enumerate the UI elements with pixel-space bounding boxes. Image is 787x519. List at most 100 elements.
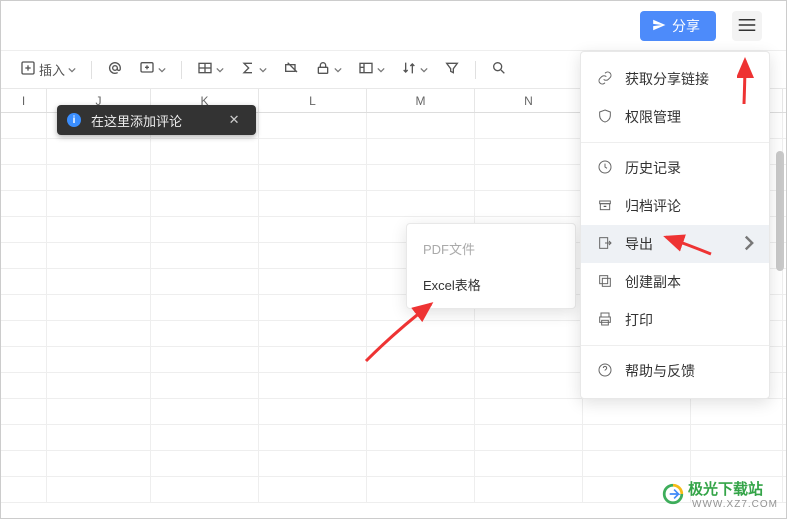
cell[interactable] xyxy=(367,165,475,190)
cell[interactable] xyxy=(1,269,47,294)
cell[interactable] xyxy=(691,425,783,450)
cell[interactable] xyxy=(1,217,47,242)
cell[interactable] xyxy=(47,347,151,372)
cell[interactable] xyxy=(1,347,47,372)
cell[interactable] xyxy=(259,321,367,346)
cell[interactable] xyxy=(151,373,259,398)
cell[interactable] xyxy=(1,373,47,398)
column-header[interactable]: I xyxy=(1,89,47,112)
cell[interactable] xyxy=(691,451,783,476)
cell[interactable] xyxy=(367,347,475,372)
cell[interactable] xyxy=(475,425,583,450)
insert-button[interactable]: 插入 xyxy=(15,56,81,83)
cell[interactable] xyxy=(151,269,259,294)
cell[interactable] xyxy=(47,139,151,164)
cell[interactable] xyxy=(367,113,475,138)
cell[interactable] xyxy=(151,217,259,242)
cell[interactable] xyxy=(259,451,367,476)
menu-print[interactable]: 打印 xyxy=(581,301,769,339)
sort-button[interactable] xyxy=(396,56,433,83)
export-pdf[interactable]: PDF文件 xyxy=(407,230,575,266)
format-button[interactable] xyxy=(192,56,229,83)
cell[interactable] xyxy=(475,451,583,476)
cell[interactable] xyxy=(1,451,47,476)
cell[interactable] xyxy=(583,399,691,424)
cell[interactable] xyxy=(151,399,259,424)
menu-help[interactable]: 帮助与反馈 xyxy=(581,352,769,390)
menu-create-copy[interactable]: 创建副本 xyxy=(581,263,769,301)
cell[interactable] xyxy=(259,347,367,372)
cell[interactable] xyxy=(583,425,691,450)
export-excel[interactable]: Excel表格 xyxy=(407,266,575,302)
cell[interactable] xyxy=(475,399,583,424)
column-header[interactable]: M xyxy=(367,89,475,112)
menu-export[interactable]: 导出 xyxy=(581,225,769,263)
cell[interactable] xyxy=(47,243,151,268)
menu-get-share-link[interactable]: 获取分享链接 xyxy=(581,60,769,98)
cell[interactable] xyxy=(367,373,475,398)
cell[interactable] xyxy=(47,477,151,502)
mention-button[interactable] xyxy=(102,56,128,83)
cell[interactable] xyxy=(259,113,367,138)
cell[interactable] xyxy=(47,373,151,398)
cell[interactable] xyxy=(1,113,47,138)
cell[interactable] xyxy=(47,217,151,242)
cell[interactable] xyxy=(47,165,151,190)
cell[interactable] xyxy=(1,477,47,502)
cell[interactable] xyxy=(367,191,475,216)
cell[interactable] xyxy=(151,321,259,346)
cell[interactable] xyxy=(47,191,151,216)
menu-history[interactable]: 历史记录 xyxy=(581,149,769,187)
cell[interactable] xyxy=(367,451,475,476)
cell[interactable] xyxy=(259,243,367,268)
cell[interactable] xyxy=(475,165,583,190)
filter-button[interactable] xyxy=(439,56,465,83)
cell[interactable] xyxy=(151,243,259,268)
search-button[interactable] xyxy=(486,56,512,83)
cell[interactable] xyxy=(47,425,151,450)
cell[interactable] xyxy=(47,321,151,346)
hamburger-menu-button[interactable] xyxy=(732,11,762,41)
cell[interactable] xyxy=(367,425,475,450)
cell[interactable] xyxy=(151,295,259,320)
cell[interactable] xyxy=(151,477,259,502)
freeze-button[interactable] xyxy=(353,56,390,83)
cell[interactable] xyxy=(1,191,47,216)
column-header[interactable]: L xyxy=(259,89,367,112)
cell[interactable] xyxy=(1,295,47,320)
clear-format-button[interactable] xyxy=(278,56,304,83)
cell[interactable] xyxy=(259,269,367,294)
cell[interactable] xyxy=(259,191,367,216)
cell[interactable] xyxy=(475,113,583,138)
cell[interactable] xyxy=(1,139,47,164)
share-button[interactable]: 分享 xyxy=(640,11,716,41)
cell[interactable] xyxy=(475,347,583,372)
cell[interactable] xyxy=(259,477,367,502)
cell[interactable] xyxy=(151,165,259,190)
cell[interactable] xyxy=(151,451,259,476)
add-comment-button[interactable] xyxy=(134,56,171,83)
cell[interactable] xyxy=(151,139,259,164)
sum-button[interactable] xyxy=(235,56,272,83)
table-row[interactable] xyxy=(1,451,786,477)
table-row[interactable] xyxy=(1,399,786,425)
cell[interactable] xyxy=(1,243,47,268)
cell[interactable] xyxy=(47,295,151,320)
lock-button[interactable] xyxy=(310,56,347,83)
cell[interactable] xyxy=(367,139,475,164)
cell[interactable] xyxy=(1,165,47,190)
cell[interactable] xyxy=(475,321,583,346)
cell[interactable] xyxy=(259,139,367,164)
close-icon[interactable]: ✕ xyxy=(222,108,246,132)
cell[interactable] xyxy=(367,477,475,502)
cell[interactable] xyxy=(475,191,583,216)
cell[interactable] xyxy=(691,399,783,424)
cell[interactable] xyxy=(475,139,583,164)
cell[interactable] xyxy=(259,217,367,242)
cell[interactable] xyxy=(259,425,367,450)
cell[interactable] xyxy=(475,477,583,502)
cell[interactable] xyxy=(47,399,151,424)
cell[interactable] xyxy=(1,425,47,450)
cell[interactable] xyxy=(1,321,47,346)
menu-permissions[interactable]: 权限管理 xyxy=(581,98,769,136)
